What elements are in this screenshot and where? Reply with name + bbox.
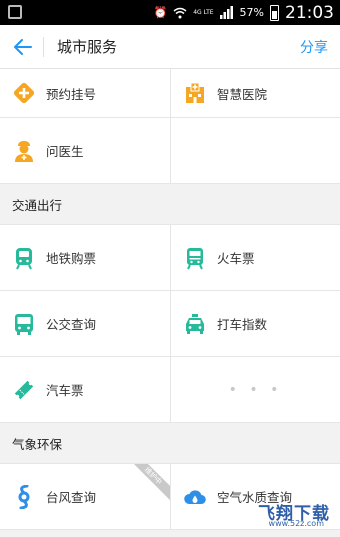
battery-icon (270, 4, 279, 21)
service-label: 打车指数 (217, 317, 268, 332)
arrow-left-icon (14, 39, 32, 55)
battery-percent: 57% (239, 6, 264, 19)
clock: 21:03 (285, 2, 334, 23)
site-watermark: 飞翔下载 www.52z.com (246, 499, 330, 531)
alarm-icon: ⏰ (153, 6, 168, 19)
service-label: 台风查询 (46, 490, 97, 505)
subway-icon (12, 246, 36, 270)
service-taxi-index[interactable]: 打车指数 (170, 291, 340, 356)
network-type: 4G LTE (193, 9, 214, 16)
grid-row: 问医生 (0, 118, 340, 184)
service-label: 地铁购票 (46, 251, 97, 266)
service-appointment[interactable]: 预约挂号 (0, 69, 170, 117)
section-title-transport: 交通出行 (0, 184, 340, 225)
cloud-drop-icon (183, 485, 207, 509)
gallery-notification-icon (8, 5, 22, 19)
taxi-icon (183, 312, 207, 336)
bus-icon (12, 312, 36, 336)
header: 城市服务 分享 (0, 25, 340, 69)
service-list: 预约挂号 智慧医院 问医生 交通出行 地铁购票 火车票 公交查询 打车指数 汽车… (0, 69, 340, 530)
status-bar: ⏰ 4G LTE 57% 21:03 (0, 0, 340, 25)
doctor-icon (12, 139, 36, 163)
service-label: 汽车票 (46, 383, 84, 398)
service-label: 问医生 (46, 144, 84, 159)
service-train-ticket[interactable]: 火车票 (170, 225, 340, 290)
more-dots: • • • (228, 381, 283, 398)
typhoon-icon (12, 484, 36, 509)
service-label: 预约挂号 (46, 86, 97, 102)
service-label: 公交查询 (46, 317, 97, 332)
service-smart-hospital[interactable]: 智慧医院 (170, 69, 340, 117)
status-indicators: ⏰ 4G LTE 57% 21:03 (153, 0, 334, 25)
service-bus-ticket[interactable]: 汽车票 (0, 357, 170, 422)
signal-icon (219, 6, 233, 19)
service-typhoon-query[interactable]: 台风查询 维护中 (0, 464, 170, 529)
maintenance-badge-text: 维护中 (130, 464, 170, 503)
header-divider (43, 37, 44, 57)
back-button[interactable] (10, 34, 36, 60)
grid-row: 汽车票 • • • (0, 357, 340, 423)
service-label: 智慧医院 (217, 86, 268, 102)
grid-row: 公交查询 打车指数 (0, 291, 340, 357)
service-subway-ticket[interactable]: 地铁购票 (0, 225, 170, 290)
service-ask-doctor[interactable]: 问医生 (0, 118, 170, 183)
share-button[interactable]: 分享 (300, 37, 328, 57)
more-button[interactable]: • • • (170, 357, 340, 422)
grid-row: 地铁购票 火车票 (0, 225, 340, 291)
service-bus-query[interactable]: 公交查询 (0, 291, 170, 356)
empty-cell (170, 118, 340, 183)
watermark-url: www.52z.com (268, 519, 324, 528)
hospital-icon (183, 81, 207, 105)
wifi-icon (173, 7, 187, 18)
train-icon (183, 246, 207, 270)
grid-row: 预约挂号 智慧医院 (0, 69, 340, 118)
maintenance-badge: 维护中 (130, 464, 170, 504)
service-label: 火车票 (217, 251, 255, 266)
page-title: 城市服务 (57, 38, 118, 56)
section-title-weather: 气象环保 (0, 423, 340, 464)
plus-diamond-icon (12, 81, 36, 105)
ticket-icon (12, 378, 36, 402)
